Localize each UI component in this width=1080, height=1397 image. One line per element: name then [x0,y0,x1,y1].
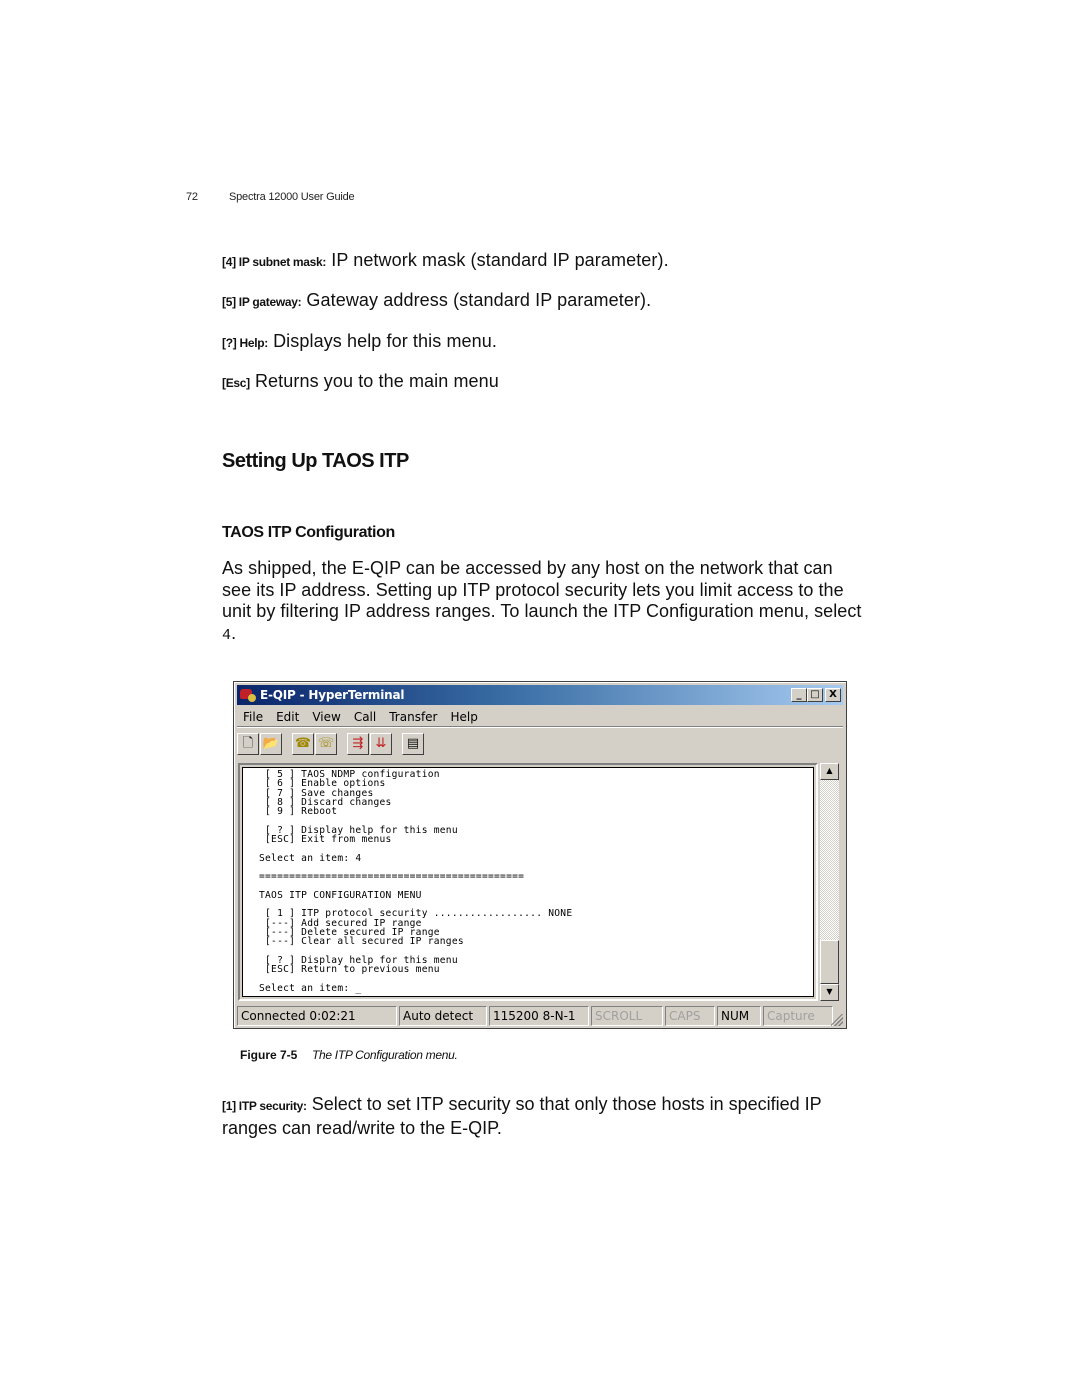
menu-help[interactable]: Help [445,710,485,724]
menu-call[interactable]: Call [348,710,383,724]
definition-text: Displays help for this menu. [267,331,497,351]
definition-text: Returns you to the main menu [249,371,499,391]
status-port-settings: 115200 8-N-1 [489,1006,589,1026]
intro-paragraph: As shipped, the E-QIP can be accessed by… [222,558,862,646]
phone-icon: ☎ [294,736,312,751]
new-connection-button[interactable]: 🗋 [237,733,259,755]
minimize-button[interactable]: _ [791,688,807,702]
menu-bar: File Edit View Call Transfer Help [237,707,843,727]
paragraph-text: As shipped, the E-QIP can be accessed by… [222,558,862,621]
hyperterminal-app-icon [240,688,256,702]
call-button[interactable]: ☎ [292,733,314,755]
terminal-screen[interactable]: [ 5 ] TAOS NDMP configuration [ 6 ] Enab… [242,767,814,997]
open-folder-icon: 📂 [262,736,280,751]
properties-button[interactable]: ▤ [402,733,424,755]
window-title: E-QIP - HyperTerminal [260,688,405,702]
running-title: Spectra 12000 User Guide [229,191,355,203]
properties-icon: ▤ [406,736,420,751]
status-scroll-lock: SCROLL [591,1006,663,1026]
figure-caption-text: The ITP Configuration menu. [312,1048,458,1062]
paragraph-end: . [231,622,237,643]
subsection-title: TAOS ITP Configuration [222,524,395,541]
new-document-icon: 🗋 [242,736,254,751]
disconnect-button[interactable]: ☏ [315,733,337,755]
definition-help: [?] Help: Displays help for this menu. [222,331,497,352]
definition-key: [5] IP gateway: [222,295,302,309]
status-bar: Connected 0:02:21 Auto detect 115200 8-N… [237,1006,843,1026]
definition-key: [Esc] [222,376,250,390]
scroll-down-button[interactable]: ▼ [820,984,839,1001]
figure-label: Figure 7-5 [240,1048,298,1062]
vertical-scrollbar[interactable]: ▲ ▼ [820,763,839,1001]
status-emulation: Auto detect [399,1006,487,1026]
status-connection-time: Connected 0:02:21 [237,1006,397,1026]
definition-itp-security: [1] ITP security: Select to set ITP secu… [222,1094,862,1139]
scroll-up-button[interactable]: ▲ [820,763,839,780]
hangup-phone-icon: ☏ [317,736,335,751]
status-caps-lock: CAPS [665,1006,715,1026]
send-button[interactable]: ⇶ [347,733,369,755]
receive-file-icon: ⇊ [375,736,387,751]
close-button[interactable]: X [825,688,841,702]
page-number: 72 [186,191,198,203]
definition-key: [?] Help: [222,336,268,350]
hyperterminal-window: E-QIP - HyperTerminal _ □ X File Edit Vi… [233,681,847,1029]
definition-gateway: [5] IP gateway: Gateway address (standar… [222,290,651,311]
definition-text: Select to set ITP security so that only … [222,1094,822,1138]
menu-file[interactable]: File [237,710,270,724]
menu-transfer[interactable]: Transfer [383,710,444,724]
definition-text: Gateway address (standard IP parameter). [301,290,652,310]
menu-view[interactable]: View [306,710,347,724]
figure-caption: Figure 7-5 The ITP Configuration menu. [240,1048,458,1062]
definition-key: [4] IP subnet mask: [222,255,327,269]
maximize-button[interactable]: □ [807,688,823,702]
definition-subnet-mask: [4] IP subnet mask: IP network mask (sta… [222,250,669,271]
menu-edit[interactable]: Edit [270,710,306,724]
resize-grip-icon[interactable] [831,1014,843,1026]
status-capture: Capture [763,1006,833,1026]
title-bar[interactable]: E-QIP - HyperTerminal _ □ X [237,685,843,705]
terminal-output: [ 5 ] TAOS NDMP configuration [ 6 ] Enab… [259,769,573,994]
definition-text: IP network mask (standard IP parameter). [326,250,669,270]
receive-button[interactable]: ⇊ [370,733,392,755]
scrollbar-thumb[interactable] [820,940,839,984]
menu-selection-code: 4 [222,626,232,644]
definition-esc: [Esc] Returns you to the main menu [222,371,499,392]
send-file-icon: ⇶ [352,736,364,751]
status-num-lock: NUM [717,1006,761,1026]
open-button[interactable]: 📂 [260,733,282,755]
toolbar: 🗋 📂 ☎ ☏ ⇶ ⇊ ▤ [237,730,843,758]
terminal-frame: [ 5 ] TAOS NDMP configuration [ 6 ] Enab… [238,763,818,1001]
section-title: Setting Up TAOS ITP [222,450,409,472]
page-header: 72 Spectra 12000 User Guide [186,191,355,203]
definition-key: [1] ITP security: [222,1099,307,1113]
